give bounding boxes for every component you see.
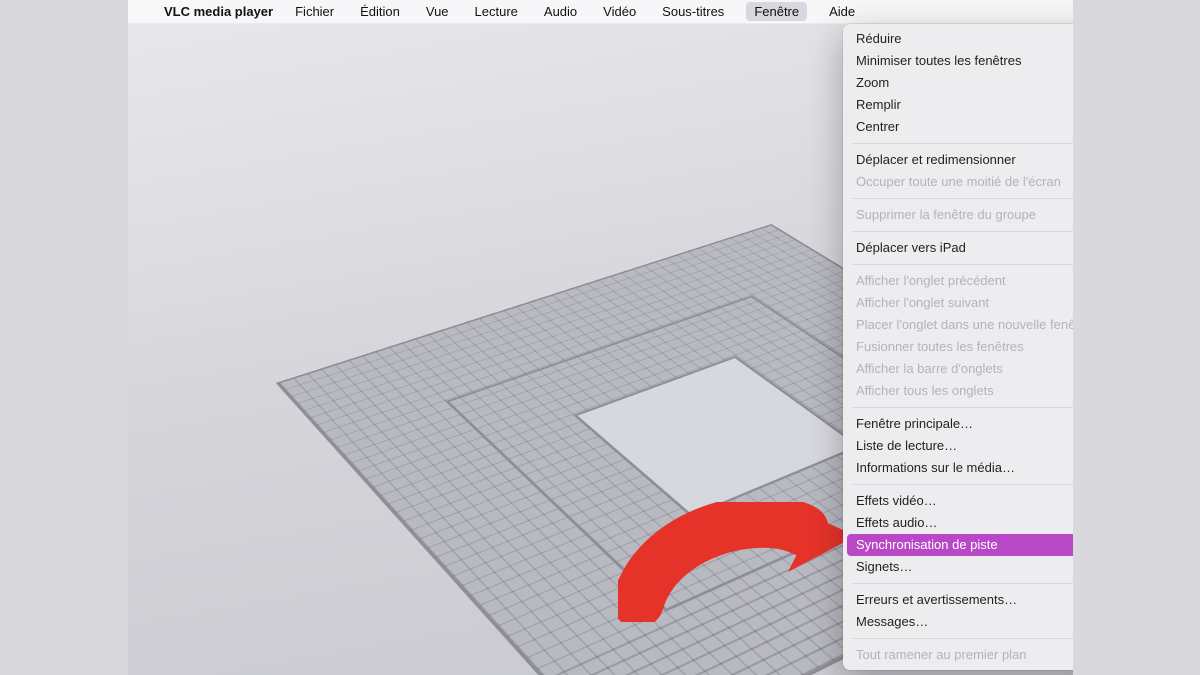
- menu-item[interactable]: Fenêtre principale…⌥⌘ C: [843, 413, 1073, 435]
- menu-item-label: Synchronisation de piste: [856, 536, 998, 554]
- menu-item-label: Effets vidéo…: [856, 492, 937, 510]
- menu-item-label: Signets…: [856, 558, 912, 576]
- menu-item-label: Minimiser toutes les fenêtres: [856, 52, 1021, 70]
- menu-item[interactable]: Informations sur le média…⌘ I: [843, 457, 1073, 479]
- menu-item[interactable]: Synchronisation de piste: [847, 534, 1073, 556]
- menu-item-label: Occuper toute une moitié de l'écran: [856, 173, 1061, 191]
- menu-edition[interactable]: Édition: [356, 2, 404, 21]
- menu-item[interactable]: Liste de lecture…⌥⌘ P: [843, 435, 1073, 457]
- menu-audio[interactable]: Audio: [540, 2, 581, 21]
- menu-item: Occuper toute une moitié de l'écran: [843, 171, 1073, 193]
- menu-separator: [853, 143, 1073, 144]
- menu-item-label: Afficher l'onglet précédent: [856, 272, 1006, 290]
- menu-item-label: Afficher la barre d'onglets: [856, 360, 1003, 378]
- menu-item-label: Liste de lecture…: [856, 437, 957, 455]
- menu-item[interactable]: Signets…⌘ B: [843, 556, 1073, 578]
- menu-separator: [853, 638, 1073, 639]
- menu-item-label: Informations sur le média…: [856, 459, 1015, 477]
- menu-item-label: Afficher tous les onglets: [856, 382, 994, 400]
- menu-item-label: Réduire: [856, 30, 902, 48]
- menu-item-label: Déplacer vers iPad: [856, 239, 966, 257]
- menu-item: Supprimer la fenêtre du groupe: [843, 204, 1073, 226]
- app-name[interactable]: VLC media player: [164, 4, 273, 19]
- menu-item-label: Remplir: [856, 96, 901, 114]
- menu-separator: [853, 484, 1073, 485]
- menu-item: Afficher tous les onglets⇧ ⌘ \: [843, 380, 1073, 402]
- menu-fichier[interactable]: Fichier: [291, 2, 338, 21]
- menu-separator: [853, 407, 1073, 408]
- menu-separator: [853, 264, 1073, 265]
- menu-item: Afficher l'onglet précédent^ ⇧ ⇥: [843, 270, 1073, 292]
- menu-item-label: Erreurs et avertissements…: [856, 591, 1017, 609]
- menubar: VLC media player Fichier Édition Vue Lec…: [128, 0, 1073, 24]
- menu-aide[interactable]: Aide: [825, 2, 859, 21]
- menu-item[interactable]: Centrer^ fn C: [843, 116, 1073, 138]
- desktop-viewport: VLC media player Fichier Édition Vue Lec…: [128, 0, 1073, 675]
- menu-item-label: Effets audio…: [856, 514, 937, 532]
- menu-item: Tout ramener au premier plan: [843, 644, 1073, 666]
- menu-separator: [853, 583, 1073, 584]
- menu-item-label: Fusionner toutes les fenêtres: [856, 338, 1024, 356]
- menu-item-label: Afficher l'onglet suivant: [856, 294, 989, 312]
- menu-item-label: Placer l'onglet dans une nouvelle fenêtr…: [856, 316, 1073, 334]
- menu-item-label: Tout ramener au premier plan: [856, 646, 1027, 664]
- menu-item-label: Déplacer et redimensionner: [856, 151, 1016, 169]
- menu-item: Afficher l'onglet suivant^ ⇥: [843, 292, 1073, 314]
- menu-item[interactable]: Effets vidéo…⌘ E: [843, 490, 1073, 512]
- menu-item[interactable]: Déplacer vers iPad: [843, 237, 1073, 259]
- menu-item-label: Zoom: [856, 74, 889, 92]
- menu-item-label: Supprimer la fenêtre du groupe: [856, 206, 1036, 224]
- menu-sous-titres[interactable]: Sous-titres: [658, 2, 728, 21]
- menu-item[interactable]: Erreurs et avertissements…⌥⌘ M: [843, 589, 1073, 611]
- menu-separator: [853, 231, 1073, 232]
- menu-item[interactable]: Messages…⇧ ⌘ M: [843, 611, 1073, 633]
- menu-lecture[interactable]: Lecture: [471, 2, 522, 21]
- menu-item: Afficher la barre d'onglets: [843, 358, 1073, 380]
- menu-item-label: Centrer: [856, 118, 899, 136]
- menu-item[interactable]: Zoom⇧ ⌘ Z: [843, 72, 1073, 94]
- menu-video[interactable]: Vidéo: [599, 2, 640, 21]
- menu-vue[interactable]: Vue: [422, 2, 453, 21]
- menu-item[interactable]: Déplacer et redimensionner›: [843, 149, 1073, 171]
- menu-fenetre[interactable]: Fenêtre: [746, 2, 807, 21]
- menu-item: Placer l'onglet dans une nouvelle fenêtr…: [843, 314, 1073, 336]
- menu-item: Fusionner toutes les fenêtres: [843, 336, 1073, 358]
- fenetre-dropdown: Réduire⌘ M Minimiser toutes les fenêtres Z…: [843, 24, 1073, 670]
- menu-item[interactable]: Minimiser toutes les fenêtres: [843, 50, 1073, 72]
- menu-item-label: Messages…: [856, 613, 928, 631]
- menu-separator: [853, 198, 1073, 199]
- menu-item[interactable]: Effets audio…⇧ ⌘ E: [843, 512, 1073, 534]
- menu-item[interactable]: Remplir^ fn F: [843, 94, 1073, 116]
- menu-item-label: Fenêtre principale…: [856, 415, 973, 433]
- menu-item[interactable]: Réduire⌘ M: [843, 28, 1073, 50]
